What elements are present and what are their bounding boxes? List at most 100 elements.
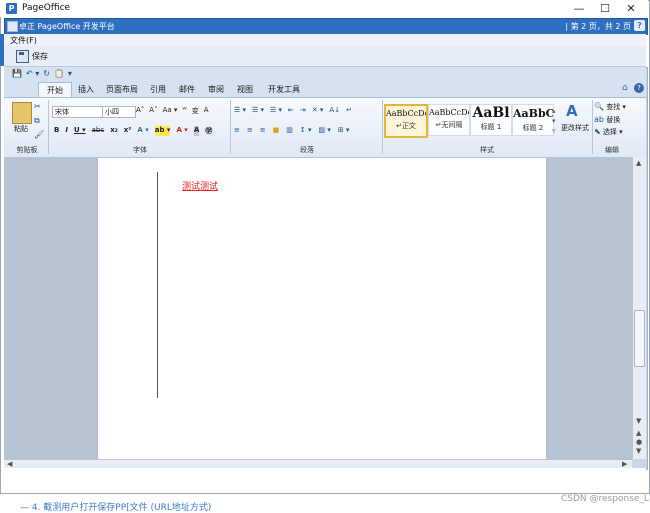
char-border-button[interactable]: A <box>204 106 209 116</box>
style-sample: AaBl <box>472 105 510 121</box>
style-heading-1[interactable]: AaBl 标题 1 <box>470 104 512 136</box>
align-right-button[interactable]: ≡ <box>260 126 266 134</box>
align-left-button[interactable]: ≡ <box>234 126 240 134</box>
page-count: | 第 2 页，共 2 页 <box>565 22 631 31</box>
menu-file[interactable]: 文件(F) <box>10 35 37 46</box>
paste-icon <box>12 102 32 124</box>
char-shading-button[interactable]: A <box>193 126 200 136</box>
find-button[interactable]: 🔍 查找 ▾ <box>594 102 626 112</box>
group-separator <box>230 100 231 154</box>
multilevel-list-button[interactable]: ☰ ▾ <box>270 106 282 114</box>
change-styles-icon: A <box>566 102 578 120</box>
document-page[interactable] <box>97 158 547 459</box>
tab-mailings[interactable]: 邮件 <box>171 82 203 97</box>
save-button[interactable]: 保存 <box>12 49 52 63</box>
help-icon[interactable]: ? <box>634 20 645 31</box>
style-heading-2[interactable]: AaBbC 标题 2 <box>512 104 554 136</box>
phonetic-guide-button[interactable]: 变 <box>192 106 199 116</box>
minimize-button[interactable]: — <box>566 1 592 16</box>
style-sample: AaBbC <box>513 107 553 120</box>
style-sample: AaBbCcDc <box>429 108 469 117</box>
select-button[interactable]: ⬉ 选择 ▾ <box>594 127 623 137</box>
decrease-indent-button[interactable]: ⇤ <box>288 106 294 114</box>
find-icon: 🔍 <box>594 102 604 111</box>
line-spacing-button[interactable]: ↕ ▾ <box>300 126 312 134</box>
highlight-button[interactable]: ab ▾ <box>154 126 171 136</box>
tab-view[interactable]: 视图 <box>229 82 261 97</box>
pageoffice-title: 卓正 PageOffice 开发平台 <box>19 22 115 31</box>
scroll-right-icon[interactable]: ▶ <box>622 460 627 468</box>
minimize-ribbon-icon[interactable]: ⌂ <box>622 83 628 93</box>
document-text[interactable]: 测试测试 <box>182 179 218 192</box>
styles-scroll-icon[interactable]: ▴ ▾ ▿ <box>552 106 556 136</box>
text-effect-button[interactable]: A ▾ <box>137 126 148 136</box>
cut-icon[interactable]: ✂ <box>34 102 41 111</box>
close-button[interactable]: ✕ <box>618 1 644 16</box>
underline-button[interactable]: U ▾ <box>74 126 86 136</box>
select-icon: ⬉ <box>594 127 601 136</box>
background-page-text: — 4. 截测用户打开保存PP[文件 (URL地址方式) <box>20 503 212 513</box>
qat-save-icon[interactable]: 💾 <box>12 69 22 78</box>
enclose-char-button[interactable]: ㊫ <box>205 126 212 136</box>
custom-toolbar: 保存 <box>4 46 646 67</box>
font-color-button[interactable]: A ▾ <box>176 126 187 136</box>
prev-page-icon[interactable]: ▲ <box>636 429 641 437</box>
grow-font-button[interactable]: A˄ <box>136 106 144 116</box>
qat-redo-icon[interactable]: ↻ <box>43 69 50 78</box>
style-no-spacing[interactable]: AaBbCcDc ↵无间隔 <box>428 104 470 136</box>
style-normal[interactable]: AaBbCcDc ↵正文 <box>384 104 428 138</box>
ribbon-tabs: 开始 插入 页面布局 引用 邮件 审阅 视图 开发工具 ⌂ ? <box>4 81 646 98</box>
show-marks-button[interactable]: ↵ <box>346 106 352 114</box>
browse-object-icon[interactable]: ● <box>636 438 642 446</box>
tab-developer[interactable]: 开发工具 <box>260 82 308 97</box>
vertical-scroll-thumb[interactable] <box>634 310 645 367</box>
ribbon-help-icon[interactable]: ? <box>634 83 644 93</box>
menu-bar: 文件(F) <box>4 34 646 46</box>
group-separator <box>382 100 383 154</box>
distributed-button[interactable]: ▥ <box>286 126 293 134</box>
align-center-button[interactable]: ≡ <box>247 126 253 134</box>
vertical-scrollbar[interactable]: ▲ ▼ ▲ ● ▼ <box>632 157 646 459</box>
font-name-select[interactable]: 宋体 <box>52 106 104 118</box>
numbering-button[interactable]: ☰ ▾ <box>252 106 264 114</box>
italic-button[interactable]: I <box>65 126 68 136</box>
tab-home[interactable]: 开始 <box>38 82 72 98</box>
replace-button[interactable]: ab 替换 <box>594 115 620 125</box>
save-icon <box>16 49 29 63</box>
clear-format-button[interactable]: ᵂ <box>182 106 186 116</box>
sort-button[interactable]: A↓ <box>329 106 340 114</box>
next-page-icon[interactable]: ▼ <box>636 447 641 455</box>
qat-customize-icon[interactable]: ▾ <box>68 69 72 78</box>
scroll-down-icon[interactable]: ▼ <box>636 417 641 425</box>
tab-page-layout[interactable]: 页面布局 <box>98 82 146 97</box>
pageoffice-icon <box>7 21 18 32</box>
qat-undo-icon[interactable]: ↶ ▾ <box>26 69 39 78</box>
shading-button[interactable]: ▨ ▾ <box>318 126 330 134</box>
format-painter-icon[interactable]: 🖌 <box>34 130 44 139</box>
scroll-up-icon[interactable]: ▲ <box>636 159 641 167</box>
group-separator <box>592 100 593 154</box>
paste-button[interactable]: 粘贴 <box>8 124 34 134</box>
qat-copy-icon[interactable]: 📋 <box>54 69 64 78</box>
select-label: 选择 ▾ <box>602 128 623 136</box>
subscript-button[interactable]: x₂ <box>110 126 118 136</box>
tab-references[interactable]: 引用 <box>142 82 174 97</box>
strikethrough-button[interactable]: abc <box>92 126 105 136</box>
shrink-font-button[interactable]: A˅ <box>149 106 157 116</box>
bullets-button[interactable]: ☰ ▾ <box>234 106 246 114</box>
chinese-layout-button[interactable]: ✕ ▾ <box>312 106 324 114</box>
tab-review[interactable]: 审阅 <box>200 82 232 97</box>
font-size-select[interactable]: 小四 <box>102 106 136 118</box>
bold-button[interactable]: B <box>54 126 59 136</box>
borders-button[interactable]: ⊞ ▾ <box>338 126 350 134</box>
copy-icon[interactable]: ⧉ <box>34 116 40 126</box>
superscript-button[interactable]: x² <box>124 126 132 136</box>
quick-access-toolbar: 💾 ↶ ▾ ↻ 📋 ▾ <box>4 67 646 81</box>
change-styles-button[interactable]: 更改样式 <box>558 123 592 133</box>
maximize-button[interactable]: ☐ <box>592 1 618 16</box>
change-case-button[interactable]: Aa ▾ <box>163 106 178 116</box>
save-label: 保存 <box>32 51 48 61</box>
justify-button[interactable]: ■ <box>273 126 280 134</box>
scroll-left-icon[interactable]: ◀ <box>7 460 12 468</box>
increase-indent-button[interactable]: ⇥ <box>300 106 306 114</box>
